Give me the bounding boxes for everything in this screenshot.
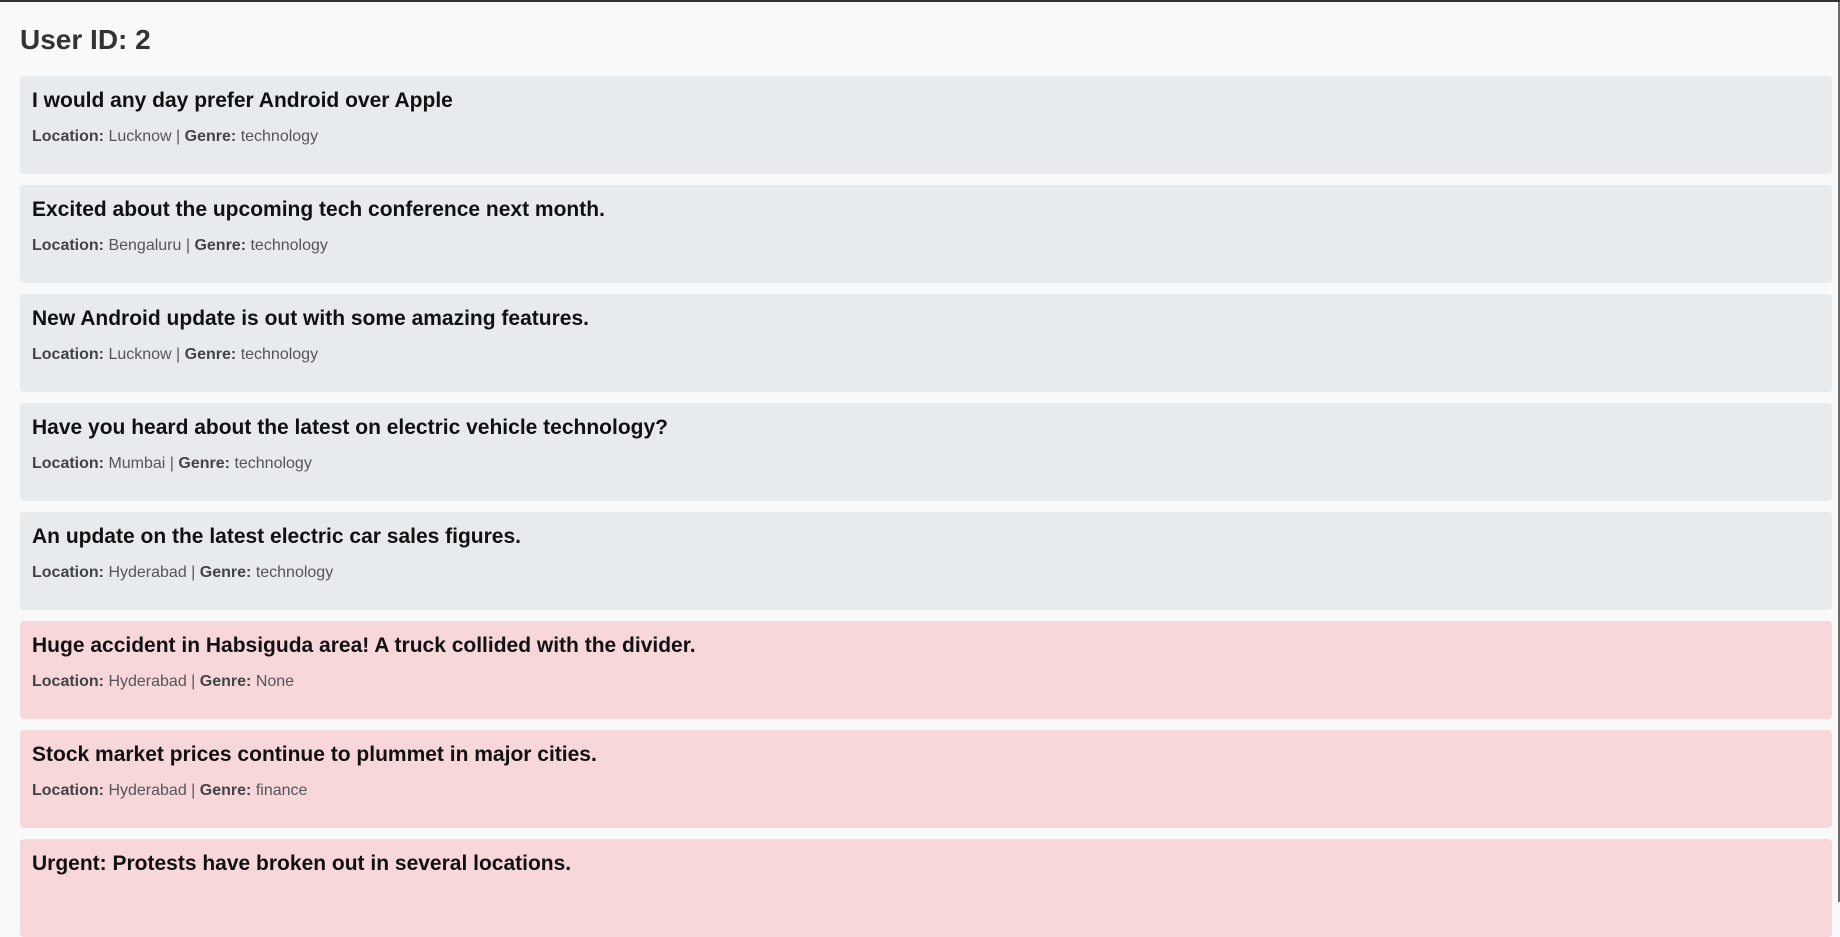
post-card: New Android update is out with some amaz… [20, 294, 1832, 392]
meta-separator: | [171, 128, 185, 145]
page-title: User ID: 2 [20, 24, 151, 55]
post-meta: Location: Mumbai | Genre: technology [32, 454, 1820, 474]
genre-label: Genre: [199, 564, 252, 581]
genre-value: finance [255, 782, 308, 799]
post-meta: Location: Lucknow | Genre: technology [32, 345, 1820, 365]
location-label: Location: [32, 564, 104, 581]
post-title: Excited about the upcoming tech conferen… [32, 198, 605, 221]
post-card: Stock market prices continue to plummet … [20, 730, 1832, 828]
meta-separator: | [165, 455, 179, 472]
location-label: Location: [32, 673, 104, 690]
genre-value: None [255, 673, 295, 690]
genre-value: technology [240, 128, 319, 145]
location-value: Lucknow [108, 346, 172, 363]
meta-separator: | [171, 346, 185, 363]
location-value: Hyderabad [108, 673, 187, 690]
page: User ID: 2 I would any day prefer Androi… [0, 2, 1840, 937]
location-label: Location: [32, 128, 104, 145]
location-value: Lucknow [108, 128, 172, 145]
location-label: Location: [32, 455, 104, 472]
post-card: Excited about the upcoming tech conferen… [20, 185, 1832, 283]
post-title: Stock market prices continue to plummet … [32, 743, 597, 766]
meta-separator: | [186, 782, 200, 799]
meta-separator: | [181, 237, 195, 254]
genre-value: technology [234, 455, 312, 472]
genre-label: Genre: [178, 455, 230, 472]
post-meta: Location: Bengaluru | Genre: technology [32, 236, 1820, 256]
location-label: Location: [32, 237, 104, 254]
post-title: Have you heard about the latest on elect… [32, 416, 668, 439]
location-value: Hyderabad [108, 564, 187, 581]
genre-label: Genre: [194, 237, 247, 254]
location-value: Bengaluru [108, 237, 182, 254]
post-title: Urgent: Protests have broken out in seve… [32, 852, 572, 875]
genre-label: Genre: [184, 346, 237, 363]
post-card: An update on the latest electric car sal… [20, 512, 1832, 610]
post-card: Have you heard about the latest on elect… [20, 403, 1832, 501]
genre-label: Genre: [199, 673, 252, 690]
location-value: Mumbai [108, 455, 166, 472]
post-card: Urgent: Protests have broken out in seve… [20, 839, 1832, 937]
genre-label: Genre: [184, 128, 237, 145]
post-meta: Location: Hyderabad | Genre: None [32, 672, 1820, 692]
post-meta: Location: Hyderabad | Genre: finance [32, 781, 1820, 801]
location-label: Location: [32, 346, 104, 363]
genre-value: technology [250, 237, 328, 254]
post-title: Huge accident in Habsiguda area! A truck… [32, 634, 696, 657]
post-card: Huge accident in Habsiguda area! A truck… [20, 621, 1832, 719]
genre-label: Genre: [199, 782, 252, 799]
location-value: Hyderabad [108, 782, 187, 799]
post-list: I would any day prefer Android over Appl… [20, 76, 1832, 937]
post-title: New Android update is out with some amaz… [32, 307, 589, 330]
genre-value: technology [240, 346, 319, 363]
post-title: I would any day prefer Android over Appl… [32, 89, 453, 112]
meta-separator: | [186, 673, 200, 690]
location-label: Location: [32, 782, 104, 799]
post-title: An update on the latest electric car sal… [32, 525, 521, 548]
post-card: I would any day prefer Android over Appl… [20, 76, 1832, 174]
genre-value: technology [255, 564, 334, 581]
post-meta: Location: Lucknow | Genre: technology [32, 127, 1820, 147]
meta-separator: | [186, 564, 200, 581]
post-meta: Location: Hyderabad | Genre: technology [32, 563, 1820, 583]
